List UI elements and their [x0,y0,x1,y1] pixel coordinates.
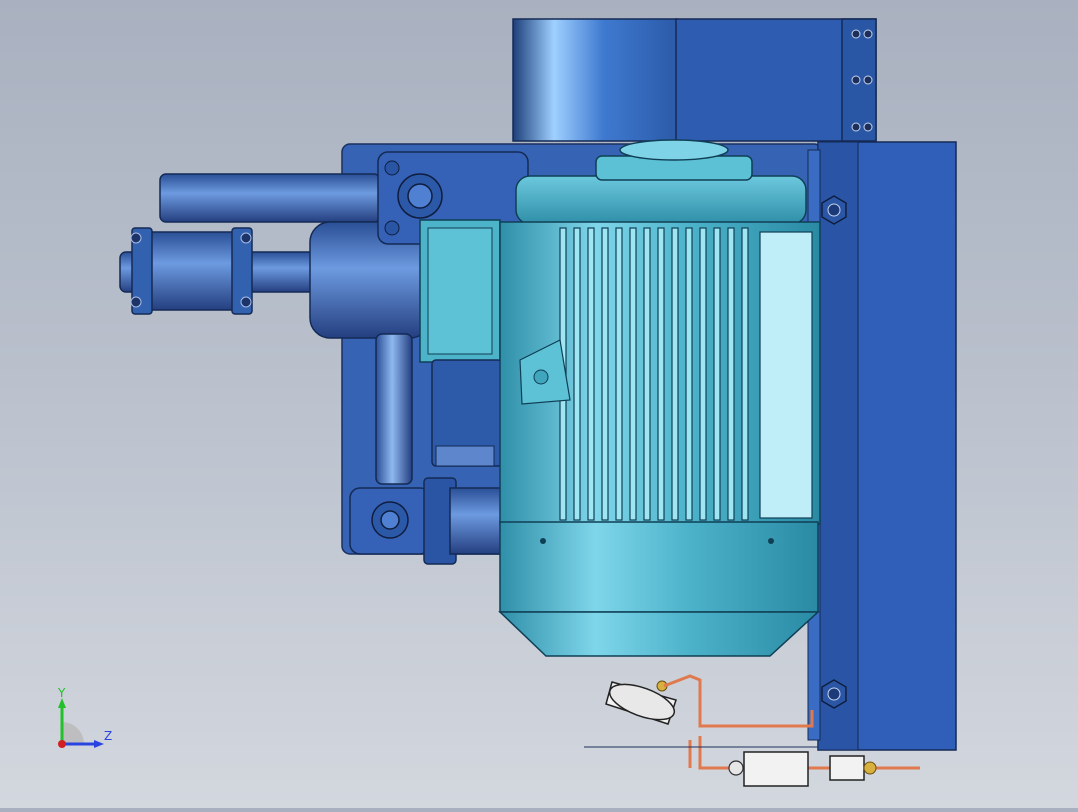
model-canvas[interactable] [0,0,1078,808]
electric-motor [498,139,821,657]
terminal-box [419,219,501,363]
coupling-assembly [119,227,321,315]
vertical-pipe [375,333,413,485]
triad-plane-shade [62,722,84,744]
panel-hex-nut-top [821,195,847,225]
fan-housing [512,18,877,142]
z-axis-label: Z [104,729,112,743]
upper-pipe [159,173,381,223]
y-axis-label: Y [57,686,66,700]
filter-dryer [728,751,877,787]
axis-triad[interactable]: Y Z [52,686,122,752]
panel-hex-nut-bottom [821,679,847,709]
cad-viewport[interactable] [0,0,1078,808]
mounting-panel [807,141,957,751]
x-axis-point [58,740,66,748]
